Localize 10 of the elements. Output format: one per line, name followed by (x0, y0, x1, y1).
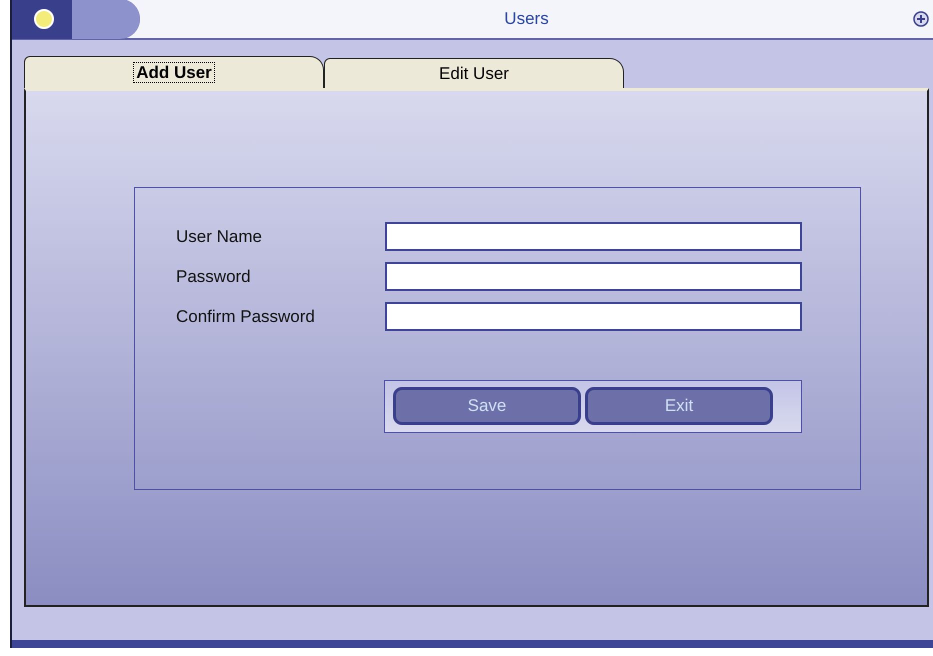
tab[interactable]: Add User (24, 56, 324, 88)
field-label: User Name (176, 226, 263, 248)
window-title: Users (503, 8, 550, 30)
input-field[interactable] (385, 222, 802, 251)
tab[interactable]: Edit User (324, 58, 624, 88)
field-label: Password (176, 266, 252, 288)
expand-icon[interactable] (913, 11, 929, 27)
input-field[interactable] (385, 262, 802, 291)
input-field[interactable] (385, 302, 802, 331)
field-label: Confirm Password (176, 306, 316, 328)
